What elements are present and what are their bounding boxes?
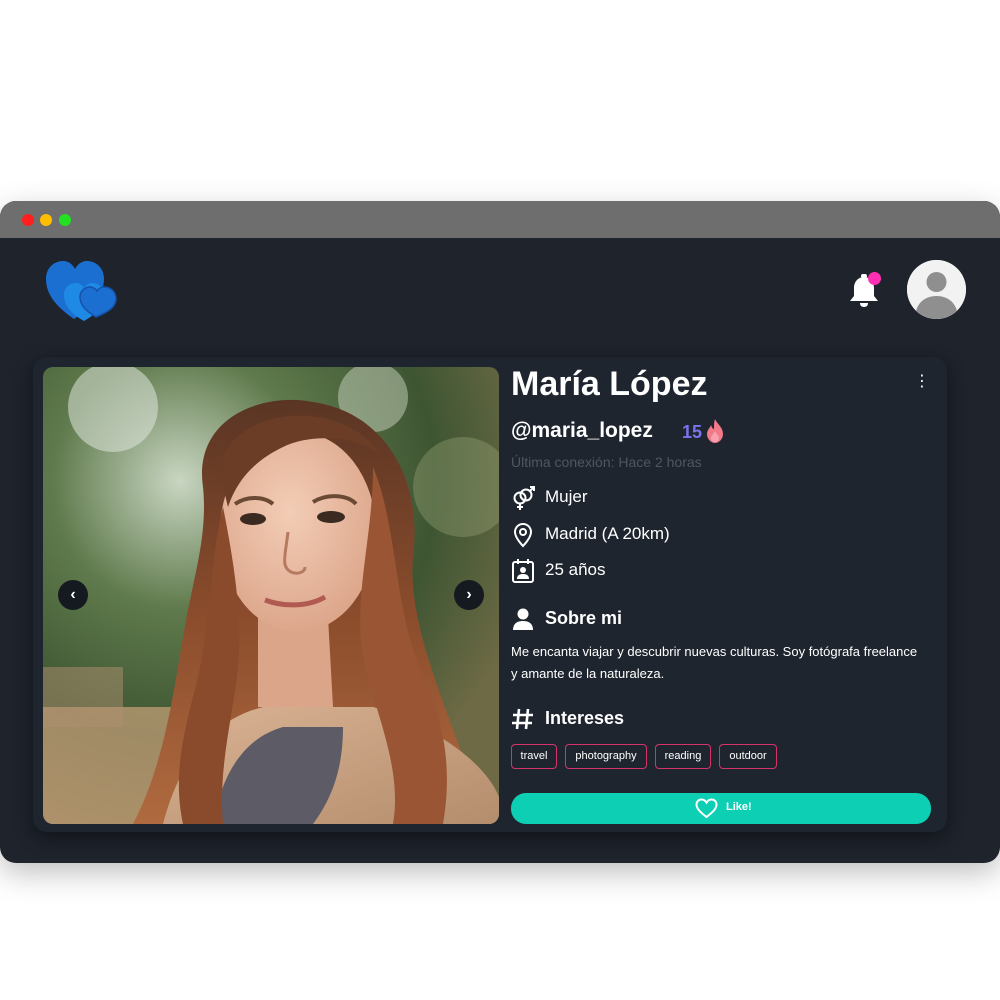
profile-name: María López: [511, 365, 708, 403]
hashtag-icon: [512, 708, 533, 730]
photo-next-button[interactable]: ›: [454, 580, 484, 610]
like-button-label: Like!: [726, 801, 752, 813]
photo-prev-button[interactable]: ‹: [58, 580, 88, 610]
maximize-window-button[interactable]: [59, 214, 71, 226]
interest-tag[interactable]: outdoor: [719, 744, 777, 769]
interest-tag[interactable]: photography: [565, 744, 647, 769]
profile-score: 15: [682, 422, 703, 442]
gender-icon: [513, 486, 535, 510]
calendar-user-icon: [512, 559, 534, 583]
about-title: Sobre mi: [545, 608, 623, 628]
last-seen-text: Última conexión: Hace 2 horas: [511, 454, 702, 470]
gender-text: Mujer: [545, 487, 588, 506]
profile-photo: ‹ ›: [43, 367, 499, 824]
heart-icon: [695, 798, 718, 819]
close-window-button[interactable]: [22, 214, 34, 226]
notification-badge: [868, 272, 881, 285]
location-pin-icon: [513, 522, 533, 548]
hearts-logo-icon[interactable]: [44, 257, 120, 323]
about-text: Me encanta viajar y descubrir nuevas cul…: [511, 644, 918, 681]
interest-tag[interactable]: travel: [511, 744, 557, 769]
flame-icon: [707, 419, 723, 443]
interests-title: Intereses: [545, 708, 625, 728]
age-text: 25 años: [545, 560, 606, 579]
minimize-window-button[interactable]: [40, 214, 52, 226]
window-titlebar: [0, 201, 1000, 238]
more-options-button[interactable]: ⋮: [914, 373, 930, 391]
user-icon: [513, 608, 533, 630]
interest-tag[interactable]: reading: [655, 744, 711, 769]
like-button[interactable]: Like!: [511, 793, 931, 824]
location-text: Madrid (A 20km): [545, 524, 670, 543]
user-avatar-icon[interactable]: [907, 260, 966, 319]
profile-username: @maria_lopez: [511, 419, 653, 442]
